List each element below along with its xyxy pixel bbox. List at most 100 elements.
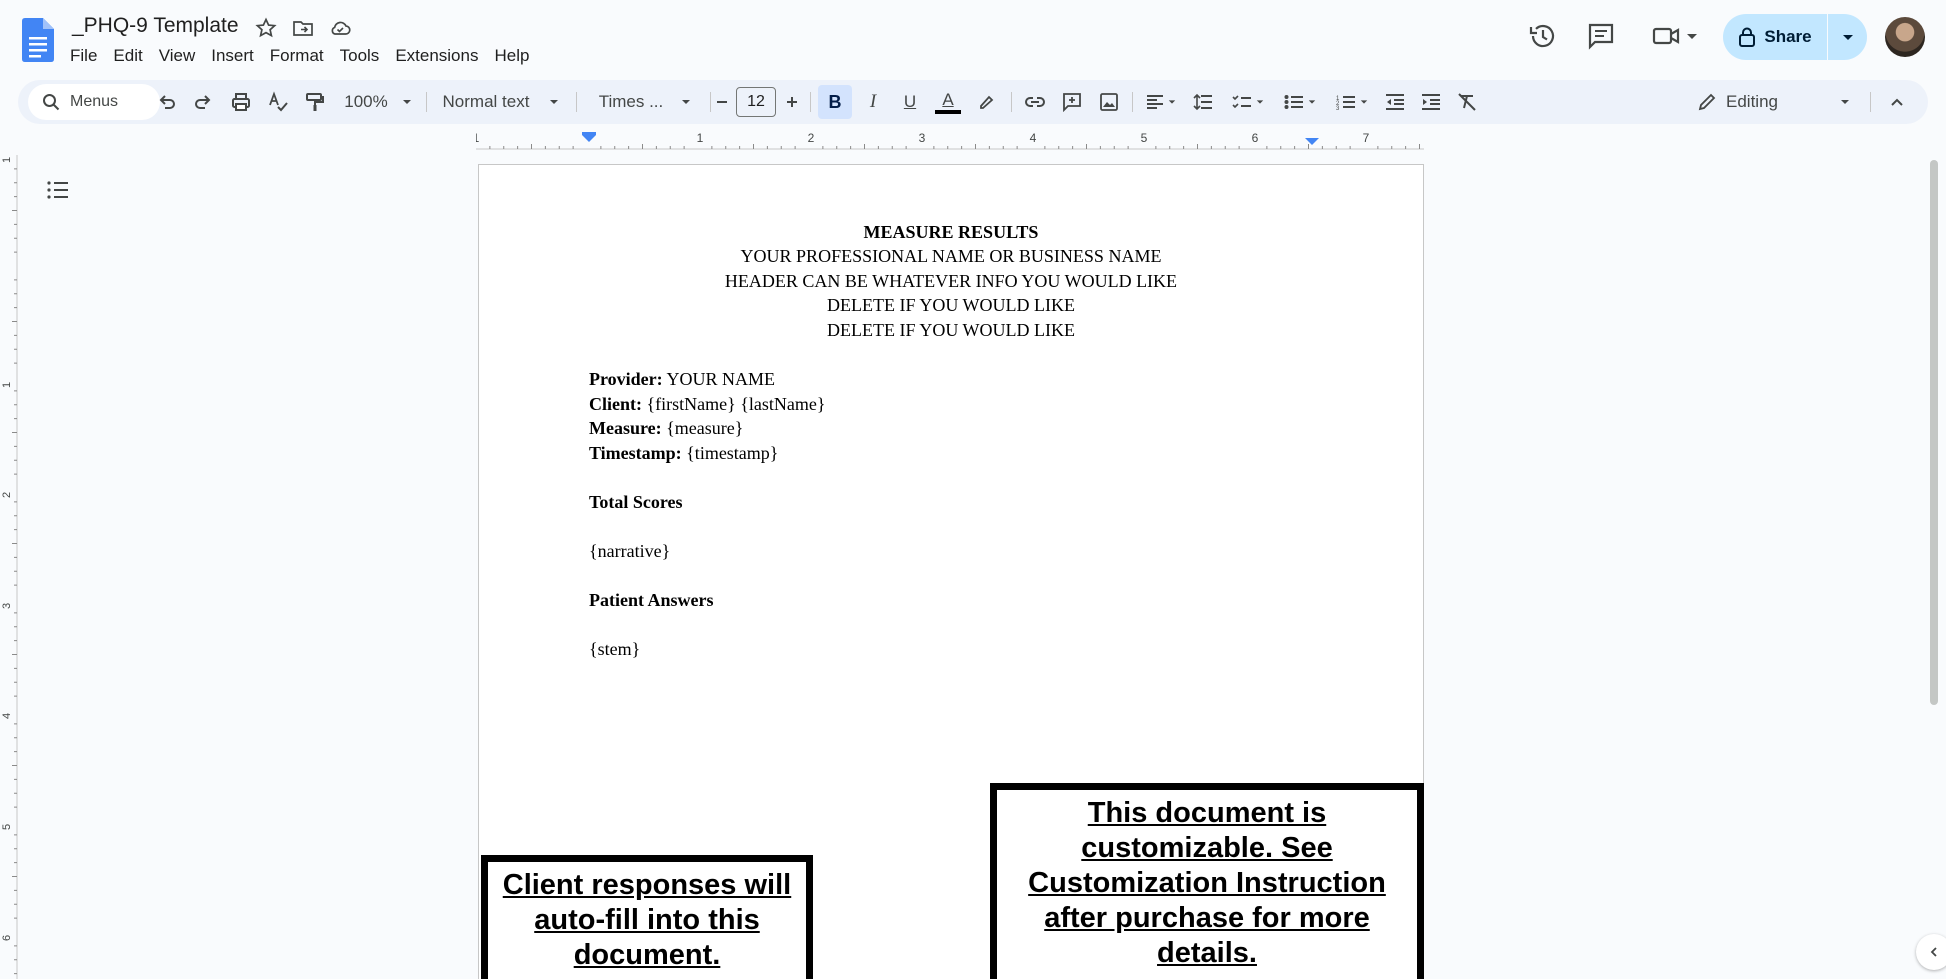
plus-icon	[787, 97, 797, 107]
share-label: Share	[1764, 27, 1812, 46]
vertical-ruler[interactable]: 1 1 2 3 4 5 6	[0, 155, 18, 979]
paint-format-button[interactable]	[299, 80, 331, 124]
account-avatar[interactable]	[1885, 17, 1925, 57]
chevron-down-icon	[682, 100, 691, 104]
total-scores-heading: Total Scores	[589, 492, 683, 512]
meet-camera-icon[interactable]	[1650, 20, 1682, 52]
highlighter-icon	[980, 95, 994, 109]
lock-icon	[1739, 27, 1756, 47]
menu-insert[interactable]: Insert	[203, 44, 262, 68]
decrease-indent-button[interactable]	[1378, 80, 1412, 124]
timestamp-field: Timestamp: {timestamp}	[589, 443, 778, 464]
docs-logo-icon[interactable]	[22, 18, 54, 62]
menu-tools[interactable]: Tools	[332, 44, 388, 68]
ruler-label: 4	[1030, 132, 1037, 145]
print-button[interactable]	[225, 80, 257, 124]
doc-header-line: DELETE IF YOU WOULD LIKE	[827, 320, 1075, 340]
spellcheck-icon	[269, 91, 288, 112]
right-indent-marker[interactable]	[1305, 138, 1319, 145]
ruler-label: 4	[1, 713, 13, 719]
chevron-down-icon	[1308, 100, 1316, 104]
clear-formatting-button[interactable]	[1450, 80, 1484, 124]
menu-format[interactable]: Format	[262, 44, 332, 68]
undo-icon	[159, 95, 175, 109]
menu-extensions[interactable]: Extensions	[387, 44, 486, 68]
document-outline-icon[interactable]	[46, 178, 70, 202]
pencil-icon	[1698, 93, 1716, 111]
menu-help[interactable]: Help	[486, 44, 537, 68]
decrease-font-size-button[interactable]	[710, 80, 734, 124]
cloud-saved-icon[interactable]	[328, 16, 352, 40]
comments-icon[interactable]	[1585, 20, 1617, 52]
vertical-scrollbar-thumb[interactable]	[1930, 160, 1938, 705]
ruler-label: 5	[1, 824, 13, 830]
numbered-list-select[interactable]: 123	[1328, 80, 1376, 124]
align-select[interactable]	[1138, 80, 1184, 124]
image-icon	[1100, 93, 1118, 111]
toolbar-divider	[1011, 92, 1012, 112]
line-spacing-icon	[1193, 93, 1212, 111]
chevron-down-icon	[1168, 100, 1176, 104]
version-history-icon[interactable]	[1527, 20, 1559, 52]
side-panel-toggle-button[interactable]	[1916, 934, 1946, 970]
insert-image-button[interactable]	[1092, 80, 1126, 124]
first-line-indent-marker[interactable]	[582, 132, 596, 135]
spellcheck-button[interactable]	[262, 80, 294, 124]
horizontal-ruler[interactable]: 1 1 2 3 4 5 6 7	[476, 132, 1424, 150]
customizable-callout: This document is customizable. See Custo…	[990, 783, 1424, 979]
redo-button[interactable]	[188, 80, 218, 124]
field-value: {measure}	[666, 418, 744, 438]
menus-search-input[interactable]: Menus	[28, 84, 160, 120]
star-icon[interactable]	[254, 16, 278, 40]
text-color-button[interactable]: A	[931, 80, 965, 124]
increase-indent-button[interactable]	[1414, 80, 1448, 124]
zoom-value: 100%	[344, 92, 388, 111]
undo-button[interactable]	[152, 80, 182, 124]
document-title[interactable]: _PHQ-9 Template	[72, 14, 239, 38]
stem-placeholder: {stem}	[589, 639, 641, 659]
hide-menus-button[interactable]	[1882, 80, 1912, 124]
chevron-left-icon	[1930, 947, 1937, 957]
highlight-color-button[interactable]	[969, 80, 1003, 124]
bulleted-list-select[interactable]	[1276, 80, 1324, 124]
patient-answers-heading: Patient Answers	[589, 590, 714, 610]
toolbar-divider	[426, 92, 427, 112]
increase-font-size-button[interactable]	[780, 80, 804, 124]
font-size-input[interactable]: 12	[736, 87, 776, 117]
add-comment-icon	[1063, 93, 1081, 112]
add-comment-button[interactable]	[1055, 80, 1089, 124]
bold-button[interactable]: B	[818, 85, 852, 119]
narrative-placeholder: {narrative}	[589, 541, 671, 561]
text-color-swatch	[935, 109, 961, 114]
numbered-list-icon: 123	[1336, 96, 1355, 110]
editing-mode-select[interactable]: Editing	[1698, 80, 1850, 124]
line-spacing-button[interactable]	[1186, 80, 1220, 124]
move-folder-icon[interactable]	[291, 16, 315, 40]
zoom-select[interactable]: 100%	[338, 80, 418, 124]
share-button[interactable]: Share	[1723, 14, 1828, 60]
menu-view[interactable]: View	[151, 44, 204, 68]
editing-mode-label: Editing	[1726, 92, 1778, 111]
doc-header-title: MEASURE RESULTS	[863, 222, 1039, 242]
print-icon	[232, 93, 250, 111]
chevron-up-icon	[1891, 98, 1903, 106]
chevron-down-icon	[1843, 35, 1853, 40]
menu-file[interactable]: File	[62, 44, 105, 68]
insert-link-button[interactable]	[1018, 80, 1052, 124]
paragraph-style-select[interactable]: Normal text	[436, 80, 566, 124]
ruler-label: 3	[919, 132, 926, 145]
ruler-label: 1	[476, 132, 480, 145]
left-indent-marker[interactable]	[582, 135, 596, 142]
chevron-down-icon	[402, 100, 411, 104]
underline-button[interactable]: U	[893, 80, 927, 124]
checklist-select[interactable]	[1224, 80, 1272, 124]
menu-edit[interactable]: Edit	[105, 44, 150, 68]
document-page[interactable]: MEASURE RESULTS YOUR PROFESSIONAL NAME O…	[478, 164, 1424, 979]
font-family-select[interactable]: Times ...	[584, 80, 706, 124]
menu-bar: File Edit View Insert Format Tools Exten…	[62, 44, 537, 68]
share-dropdown-button[interactable]	[1829, 14, 1867, 60]
ruler-label: 6	[1252, 132, 1259, 145]
meet-dropdown-icon[interactable]	[1684, 20, 1700, 52]
italic-button[interactable]: I	[856, 80, 890, 124]
google-docs-window: _PHQ-9 Template File Edit View Insert Fo…	[0, 0, 1946, 979]
